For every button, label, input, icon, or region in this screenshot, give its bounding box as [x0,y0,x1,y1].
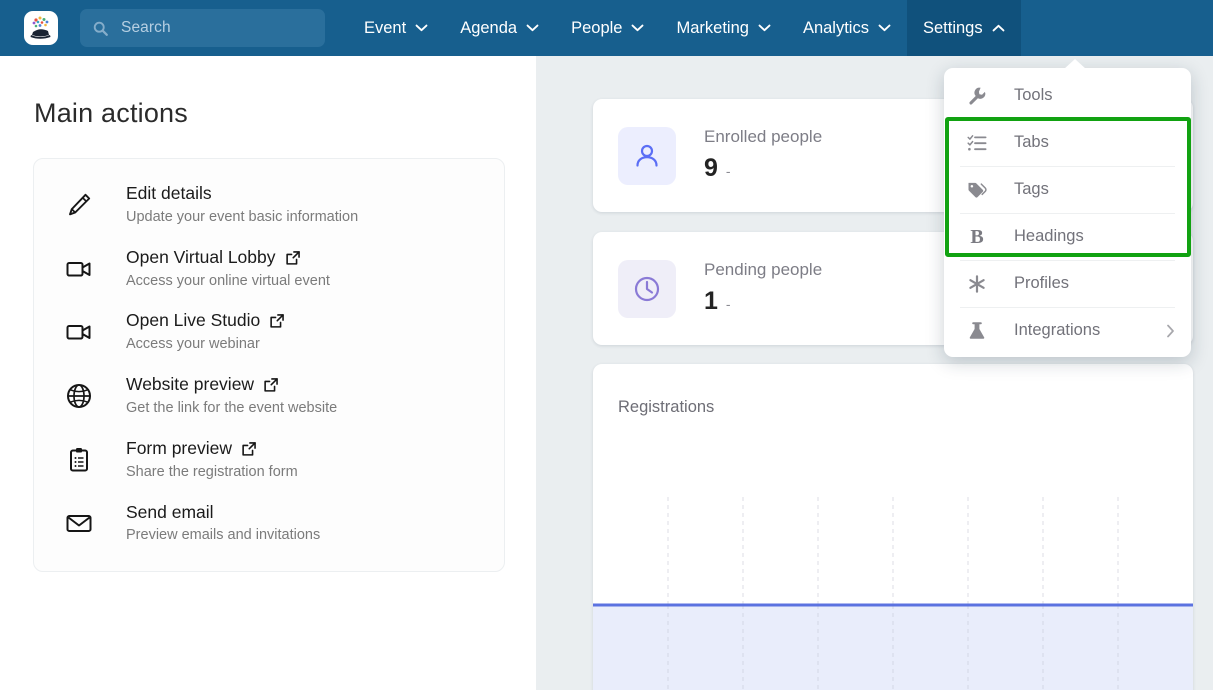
external-link-icon[interactable] [285,250,301,266]
action-send-email[interactable]: Send email Preview emails and invitation… [34,492,504,556]
action-subtitle: Preview emails and invitations [126,527,321,544]
nav-item-label: Agenda [460,18,518,37]
registrations-chart-card: Registrations [593,364,1193,690]
nav-item-event[interactable]: Event [348,0,444,56]
action-title: Website preview [126,374,255,395]
settings-dropdown-menu: Tools Tabs Tags B Headings Profiles Inte… [944,59,1191,357]
stat-label: Pending people [704,260,823,280]
stat-label: Enrolled people [704,127,823,147]
globe-icon [62,379,96,413]
list-checklist-icon [966,132,988,154]
nav-item-marketing[interactable]: Marketing [660,0,786,56]
menu-item-label: Headings [1014,227,1084,245]
nav-item-analytics[interactable]: Analytics [787,0,907,56]
action-title-row: Send email [126,502,320,524]
action-subtitle: Access your webinar [126,336,260,353]
menu-item-label: Integrations [1014,321,1101,339]
search-input[interactable]: Search [80,9,325,47]
chevron-right-icon [1167,324,1174,337]
video-camera-icon [62,252,96,286]
stat-value-row: 9 - [704,154,822,183]
action-title: Send email [126,501,214,522]
nav-item-settings[interactable]: Settings [906,0,1021,56]
nav-item-label: Event [364,18,407,37]
clock-icon [618,259,676,318]
chevron-down-icon [415,24,428,32]
menu-item-tags[interactable]: Tags [944,166,1191,213]
flask-icon [966,320,988,342]
main-actions-card: Edit details Update your event basic inf… [33,158,505,573]
bold-b-icon: B [966,226,988,248]
action-title-row: Edit details [126,183,358,205]
clipboard-icon [62,443,96,477]
search-placeholder: Search [121,19,171,36]
tag-icon [966,179,988,201]
search-icon [93,21,108,36]
page-title: Main actions [34,98,188,128]
menu-item-label: Profiles [1014,274,1070,292]
menu-item-label: Tools [1014,86,1053,104]
nav-item-agenda[interactable]: Agenda [444,0,555,56]
bold-b-glyph: B [970,225,984,248]
top-navigation-bar: Search Event Agenda People Marketing Ana… [0,0,1213,56]
main-actions-panel: Main actions Edit details Update your ev… [0,56,536,690]
action-open-live-studio[interactable]: Open Live Studio Access your webinar [34,300,504,364]
nav-item-label: Marketing [676,18,749,37]
action-open-virtual-lobby[interactable]: Open Virtual Lobby Access your online vi… [34,237,504,301]
dropdown-pointer [1064,59,1086,69]
nav-item-label: Settings [922,18,983,37]
stat-value: 9 [704,153,718,182]
menu-item-integrations[interactable]: Integrations [944,307,1191,354]
asterisk-icon [966,273,988,295]
action-title: Open Virtual Lobby [126,246,276,267]
chevron-down-icon [758,24,771,32]
menu-item-label: Tabs [1014,133,1049,151]
action-website-preview[interactable]: Website preview Get the link for the eve… [34,364,504,428]
action-edit-details[interactable]: Edit details Update your event basic inf… [34,173,504,237]
nav-item-label: People [571,18,623,37]
pencil-icon [62,188,96,222]
nav-items: Event Agenda People Marketing Analytics … [348,0,1021,56]
nav-item-label: Analytics [802,18,869,37]
action-subtitle: Update your event basic information [126,208,359,225]
stat-value: 1 [704,286,718,315]
app-root: Search Event Agenda People Marketing Ana… [0,0,1213,690]
menu-item-profiles[interactable]: Profiles [944,260,1191,307]
chevron-down-icon [526,24,539,32]
envelope-icon [62,506,96,540]
person-icon [618,126,676,185]
stat-value-row: 1 - [704,287,822,316]
brand-logo-image [30,16,51,39]
chevron-down-icon [632,24,644,32]
action-subtitle: Get the link for the event website [126,400,338,417]
action-title-row: Website preview [126,374,337,396]
action-title: Form preview [126,437,232,458]
registrations-area-chart[interactable] [593,364,1193,690]
action-subtitle: Access your online virtual event [126,272,330,289]
chevron-up-icon [992,24,1005,32]
action-title-row: Form preview [126,438,298,460]
menu-item-headings[interactable]: B Headings [944,213,1191,260]
action-title: Edit details [126,183,212,203]
action-title-row: Open Virtual Lobby [126,247,330,269]
action-subtitle: Share the registration form [126,463,298,480]
stat-body: Enrolled people 9 - [704,127,823,183]
menu-item-label: Tags [1014,180,1049,198]
menu-item-tabs[interactable]: Tabs [944,119,1191,166]
external-link-icon[interactable] [241,441,257,457]
nav-item-people[interactable]: People [555,0,660,56]
external-link-icon[interactable] [269,313,285,329]
external-link-icon[interactable] [263,377,279,393]
action-title: Open Live Studio [126,310,261,331]
stat-body: Pending people 1 - [704,260,823,316]
menu-item-tools[interactable]: Tools [944,72,1191,119]
wrench-icon [966,85,988,107]
action-form-preview[interactable]: Form preview Share the registration form [34,428,504,492]
video-camera-icon [62,315,96,349]
stat-delta: - [725,295,731,312]
action-title-row: Open Live Studio [126,310,285,332]
brand-logo[interactable] [24,11,58,45]
stat-delta: - [725,162,731,179]
chevron-down-icon [878,24,891,32]
